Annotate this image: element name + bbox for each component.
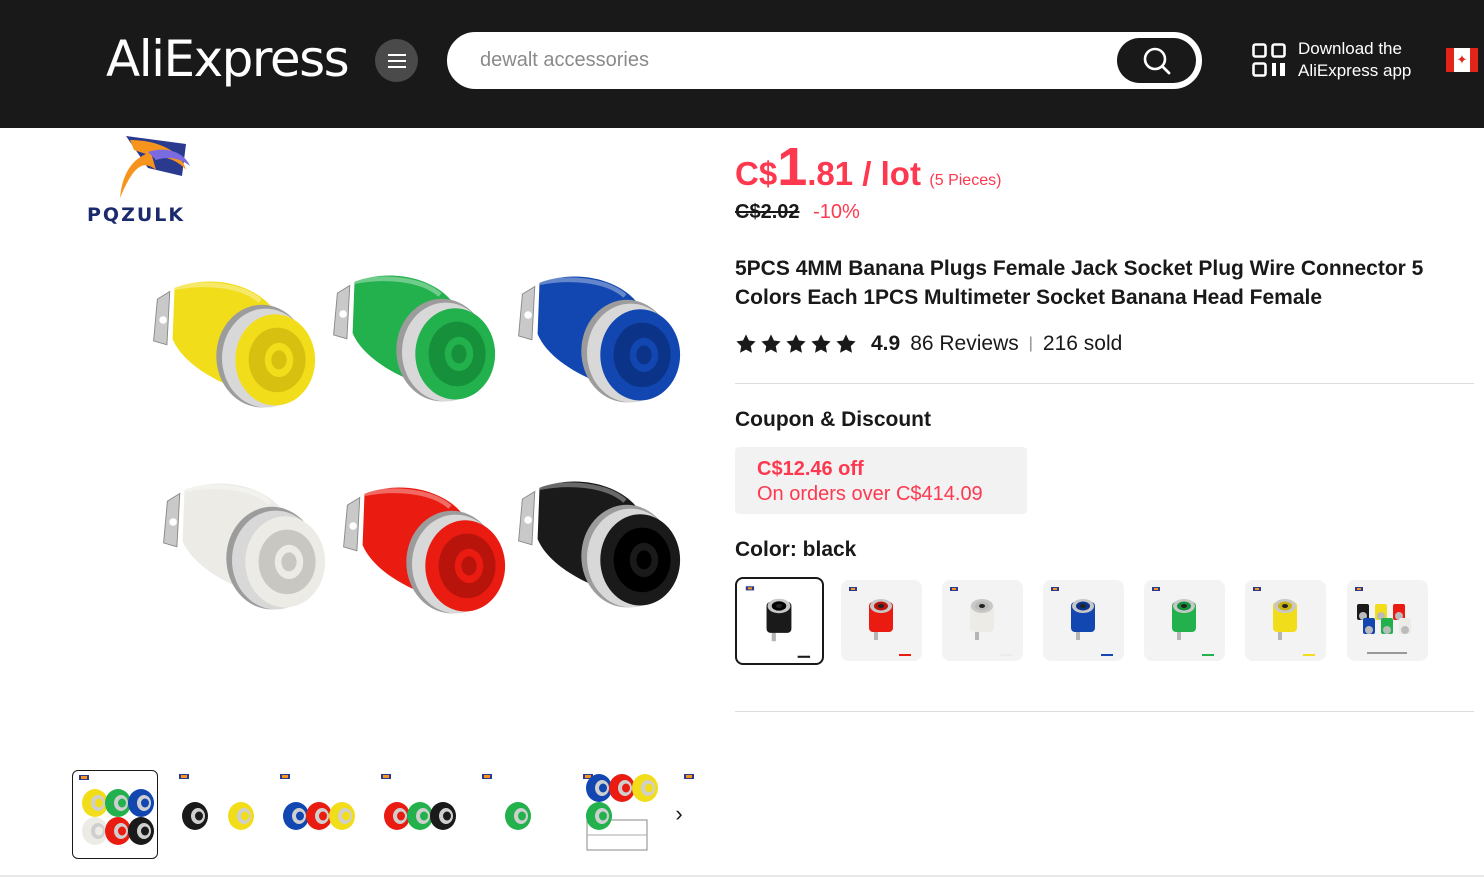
thumbnail-blue-red[interactable]: [274, 770, 360, 859]
search-button[interactable]: [1117, 38, 1196, 83]
price-unit: / lot: [853, 155, 921, 192]
qr-code-icon: [1252, 43, 1286, 77]
rating-row: 4.9 86 Reviews | 216 sold: [735, 332, 1122, 356]
color-option-white[interactable]: [942, 580, 1023, 661]
discount-percent: -10%: [813, 201, 860, 223]
download-app-link[interactable]: Download the AliExpress app: [1252, 38, 1411, 82]
star-icon: [811, 334, 831, 353]
brand-logo: PQZULK: [86, 130, 226, 226]
rating-separator: |: [1028, 335, 1033, 352]
reviews-link[interactable]: 86 Reviews: [910, 332, 1019, 356]
divider: [735, 711, 1474, 712]
color-option-mixed[interactable]: [1347, 580, 1428, 661]
thumbnail-all-colors[interactable]: [72, 770, 158, 859]
original-price-row: C$2.02 -10%: [735, 201, 860, 224]
thumbnail-black-yellow[interactable]: [173, 770, 259, 859]
price-integer: 1: [777, 137, 808, 197]
thumbnail-strip: [72, 770, 712, 860]
color-option-red[interactable]: [841, 580, 922, 661]
divider: [735, 383, 1474, 384]
star-icon: [786, 334, 806, 353]
coupon-condition: On orders over C$414.09: [757, 483, 983, 505]
search-icon: [1143, 47, 1170, 74]
thumbnail-drawing-dimensions[interactable]: [577, 770, 663, 859]
price-pieces: (5 Pieces): [929, 172, 1002, 189]
price-currency: C$: [735, 155, 778, 192]
download-app-line2: AliExpress app: [1298, 61, 1412, 80]
coupon-card[interactable]: C$12.46 off On orders over C$414.09: [735, 447, 1027, 514]
star-rating: [735, 333, 857, 355]
color-option-blue[interactable]: [1043, 580, 1124, 661]
star-icon: [836, 334, 856, 353]
search-bar: [447, 32, 1202, 89]
search-input[interactable]: [480, 35, 1100, 86]
thumbnail-next-arrow[interactable]: ›: [668, 800, 690, 828]
product-price: C$1.81 / lot (5 Pieces): [735, 136, 1001, 198]
category-menu-button[interactable]: [375, 39, 418, 82]
sold-count: 216 sold: [1042, 332, 1123, 355]
top-header-bar: AliExpress Download the AliExpress app: [0, 0, 1484, 128]
aliexpress-logo[interactable]: AliExpress: [106, 30, 350, 88]
rating-score: 4.9: [871, 332, 901, 355]
hamburger-icon: [387, 53, 406, 68]
banana-sockets-image: [153, 275, 681, 614]
color-swatches: [735, 577, 1475, 667]
brand-emblem-icon: [120, 136, 190, 198]
download-app-line1: Download the: [1298, 39, 1402, 58]
color-option-green[interactable]: [1144, 580, 1225, 661]
star-icon: [736, 334, 756, 353]
product-title: 5PCS 4MM Banana Plugs Female Jack Socket…: [735, 257, 1424, 309]
color-option-yellow[interactable]: [1245, 580, 1326, 661]
main-product-image[interactable]: [70, 240, 710, 680]
price-decimal: .81: [807, 155, 854, 192]
original-price: C$2.02: [735, 201, 800, 223]
color-option-black[interactable]: [735, 577, 824, 665]
canada-flag-icon[interactable]: ✦: [1446, 48, 1478, 72]
thumbnail-red-green-black[interactable]: [375, 770, 461, 859]
coupon-heading: Coupon & Discount: [735, 408, 931, 431]
color-heading: Color: black: [735, 538, 857, 561]
brand-name: PQZULK: [87, 204, 186, 226]
thumbnail-green-dimensions[interactable]: [476, 770, 562, 859]
coupon-amount: C$12.46 off: [757, 458, 864, 480]
star-icon: [761, 334, 781, 353]
